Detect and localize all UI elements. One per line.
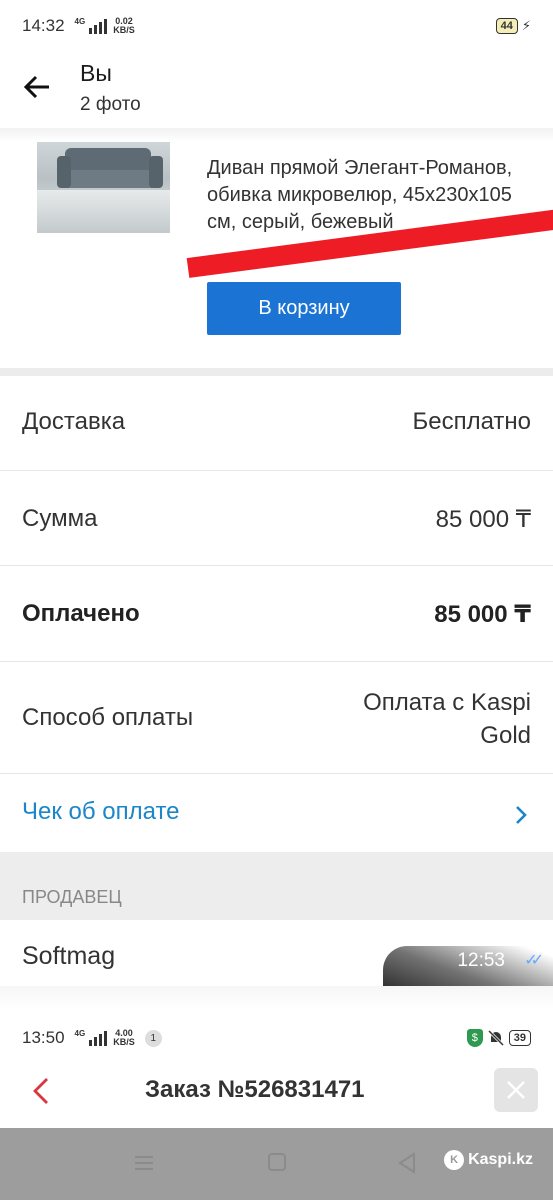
- page-title: Вы: [80, 60, 112, 86]
- section-divider: [0, 368, 553, 376]
- close-icon: [507, 1081, 525, 1099]
- network-type-2: 4G: [74, 1028, 86, 1038]
- app-header: Вы 2 фото: [0, 52, 553, 130]
- double-check-icon: ✓✓: [524, 952, 544, 969]
- menu-icon[interactable]: [133, 1152, 155, 1174]
- payment-method-line1: Оплата с Kaspi: [363, 689, 531, 716]
- paid-row: Оплачено 85 000 ₸: [0, 566, 553, 662]
- sum-row: Сумма 85 000 ₸: [0, 471, 553, 566]
- seller-name[interactable]: Softmag: [22, 942, 115, 971]
- order-title: Заказ №526831471: [145, 1076, 365, 1103]
- mute-bell-icon: [487, 1029, 504, 1047]
- kaspi-logo-icon: K: [444, 1150, 465, 1170]
- kaspi-watermark: K Kaspi.kz: [444, 1150, 533, 1170]
- sum-label: Сумма: [22, 505, 98, 532]
- payment-method-line2: Gold: [480, 722, 531, 749]
- status-time: 14:32: [22, 16, 65, 35]
- add-to-cart-button[interactable]: В корзину: [207, 282, 401, 335]
- seller-header: ПРОДАВЕЦ: [22, 887, 122, 907]
- message-time: 12:53: [457, 950, 505, 971]
- charging-icon: ⚡: [521, 18, 531, 33]
- screenshot-separator: [0, 986, 553, 1010]
- paid-value: 85 000 ₸: [434, 601, 531, 628]
- signal-icon-2: 4G: [74, 1028, 108, 1046]
- seller-section-band: [0, 852, 553, 920]
- network-speed: 0.02 KB/S: [113, 17, 135, 35]
- sum-value: 85 000 ₸: [435, 506, 531, 533]
- order-header: Заказ №526831471: [0, 1058, 553, 1128]
- battery-icon: 44: [495, 18, 518, 34]
- receipt-link-row[interactable]: Чек об оплате: [0, 774, 553, 852]
- status-bar-bottom: 13:50 4G 4.00 KB/S 1 $ 39: [0, 1018, 553, 1058]
- speed-unit-2: KB/S: [113, 1037, 135, 1047]
- back-triangle-icon[interactable]: [397, 1152, 417, 1174]
- chevron-right-icon: [516, 806, 527, 824]
- payment-method-row: Способ оплаты Оплата с Kaspi Gold: [0, 662, 553, 774]
- battery-icon-2: 39: [508, 1030, 531, 1046]
- delivery-label: Доставка: [22, 408, 126, 435]
- header-divider: [0, 128, 553, 142]
- payment-method-label: Способ оплаты: [22, 704, 194, 731]
- back-chevron-icon[interactable]: [30, 1076, 52, 1106]
- close-button[interactable]: [494, 1068, 538, 1112]
- back-arrow-icon[interactable]: [22, 72, 52, 102]
- network-speed-2: 4.00 KB/S: [113, 1029, 135, 1047]
- status-time-2: 13:50: [22, 1028, 65, 1047]
- network-type: 4G: [74, 16, 86, 26]
- delivery-row: Доставка Бесплатно: [0, 376, 553, 471]
- signal-icon: 4G: [74, 16, 108, 34]
- speed-unit: KB/S: [113, 25, 135, 35]
- page-subtitle: 2 фото: [80, 94, 141, 115]
- home-square-icon[interactable]: [267, 1152, 287, 1172]
- payment-method-value: Оплата с Kaspi Gold: [363, 686, 531, 752]
- paid-label: Оплачено: [22, 600, 140, 627]
- status-bar: 14:32 4G 0.02 KB/S 44 ⚡: [0, 0, 553, 52]
- watermark-text: Kaspi.kz: [468, 1151, 533, 1168]
- shield-icon: $: [466, 1029, 483, 1047]
- system-nav-bar: K Kaspi.kz: [0, 1128, 553, 1200]
- receipt-link[interactable]: Чек об оплате: [22, 798, 180, 826]
- notification-count: 1: [144, 1029, 162, 1047]
- delivery-value: Бесплатно: [412, 408, 531, 435]
- product-image[interactable]: [37, 142, 170, 233]
